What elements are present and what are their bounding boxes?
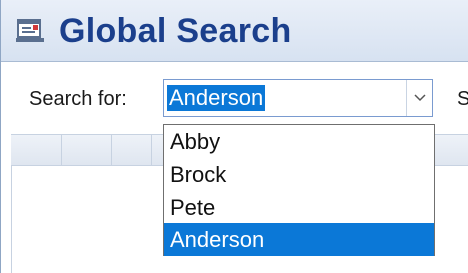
grid-column-header[interactable] — [61, 135, 112, 166]
dropdown-option-anderson[interactable]: Anderson — [164, 223, 434, 256]
search-for-combobox[interactable]: Anderson — [163, 79, 433, 117]
grid-column-header[interactable] — [111, 135, 152, 166]
dropdown-option-brock[interactable]: Brock — [164, 158, 434, 191]
truncated-label: S — [457, 88, 468, 110]
search-window-icon — [15, 18, 45, 44]
search-row: Search for: Anderson S — [1, 62, 468, 126]
search-for-label: Search for: — [29, 88, 127, 110]
grid-column-header[interactable] — [11, 135, 62, 166]
chevron-down-icon[interactable] — [406, 80, 432, 116]
window-title: Global Search — [59, 12, 292, 50]
dropdown-option-abby[interactable]: Abby — [164, 125, 434, 158]
dropdown-option-pete[interactable]: Pete — [164, 191, 434, 224]
global-search-window: Global Search Search for: Anderson S Abb… — [0, 0, 468, 273]
title-bar: Global Search — [1, 0, 468, 62]
combobox-selected-value[interactable]: Anderson — [167, 85, 266, 111]
search-for-dropdown-list: Abby Brock Pete Anderson — [163, 124, 435, 256]
